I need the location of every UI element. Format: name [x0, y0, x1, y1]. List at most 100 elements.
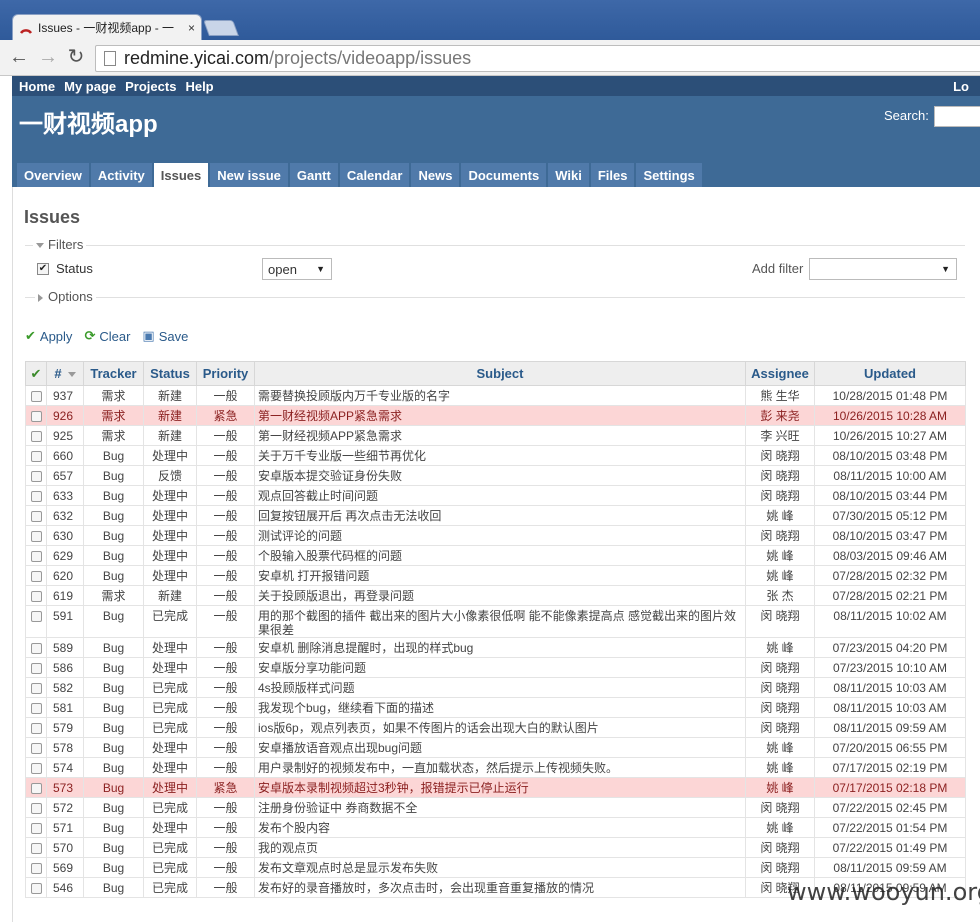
issue-id-link[interactable]: 926 [46, 405, 84, 426]
row-checkbox[interactable] [25, 425, 47, 446]
issue-assignee[interactable]: 姚 峰 [745, 545, 815, 566]
add-filter-select[interactable]: ▼ [809, 258, 957, 280]
column-header-tracker[interactable]: Tracker [83, 361, 144, 386]
issue-subject-link[interactable]: 用户录制好的视频发布中，一直加载状态，然后提示上传视频失败。 [254, 757, 746, 778]
row-checkbox[interactable] [25, 657, 47, 678]
table-row[interactable]: 570 Bug 已完成 一般 我的观点页闵 晓翔 07/22/2015 01:49 PM [25, 837, 966, 858]
issue-subject-link[interactable]: 测试评论的问题 [254, 525, 746, 546]
issue-assignee[interactable]: 李 兴旺 [745, 425, 815, 446]
table-row[interactable]: 571 Bug 处理中 一般 发布个股内容姚 峰 07/22/2015 01:54 PM [25, 817, 966, 838]
row-checkbox[interactable] [25, 585, 47, 606]
row-checkbox[interactable] [25, 757, 47, 778]
issue-assignee[interactable]: 闵 晓翔 [745, 657, 815, 678]
issue-id-link[interactable]: 573 [46, 777, 84, 798]
tab-overview[interactable]: Overview [17, 163, 89, 187]
back-icon[interactable]: ← [7, 46, 31, 70]
issue-subject-link[interactable]: 安卓播放语音观点出现bug问题 [254, 737, 746, 758]
column-header-priority[interactable]: Priority [196, 361, 255, 386]
row-checkbox[interactable] [25, 465, 47, 486]
issue-id-link[interactable]: 629 [46, 545, 84, 566]
status-filter-checkbox[interactable]: ✔ [37, 263, 49, 275]
row-checkbox[interactable] [25, 485, 47, 506]
table-row[interactable]: 630 Bug 处理中 一般 测试评论的问题闵 晓翔 08/10/2015 03:47 P… [25, 525, 966, 546]
tab-news[interactable]: News [411, 163, 460, 187]
issue-assignee[interactable]: 姚 峰 [745, 637, 815, 658]
row-checkbox[interactable] [25, 817, 47, 838]
row-checkbox[interactable] [25, 837, 47, 858]
issue-assignee[interactable]: 闵 晓翔 [745, 797, 815, 818]
options-legend[interactable]: Options [35, 289, 96, 304]
issue-subject-link[interactable]: 第一财经视频APP紧急需求 [254, 425, 746, 446]
issue-id-link[interactable]: 660 [46, 445, 84, 466]
search-input[interactable] [934, 106, 980, 127]
row-checkbox[interactable] [25, 505, 47, 526]
table-row[interactable]: 582 Bug 已完成 一般 4s投顾版样式问题闵 晓翔 08/11/2015 10:03… [25, 677, 966, 698]
issue-subject-link[interactable]: 关于投顾版退出，再登录问题 [254, 585, 746, 606]
issue-assignee[interactable]: 姚 峰 [745, 565, 815, 586]
table-row[interactable]: 620 Bug 处理中 一般 安卓机 打开报错问题姚 峰 07/28/2015 02:32… [25, 565, 966, 586]
tab-activity[interactable]: Activity [90, 163, 152, 187]
issue-subject-link[interactable]: 发布文章观点时总是显示发布失败 [254, 857, 746, 878]
issue-assignee[interactable]: 闵 晓翔 [745, 605, 815, 638]
issue-id-link[interactable]: 574 [46, 757, 84, 778]
save-button[interactable]: ▣ Save [142, 328, 188, 344]
row-checkbox[interactable] [25, 605, 47, 638]
table-row[interactable]: 569 Bug 已完成 一般 发布文章观点时总是显示发布失败闵 晓翔 08/11/2015… [25, 857, 966, 878]
top-menu-help[interactable]: Help [185, 79, 213, 94]
issue-subject-link[interactable]: 观点回答截止时间问题 [254, 485, 746, 506]
status-operator-select[interactable]: open ▼ [262, 258, 332, 280]
tab-documents[interactable]: Documents [461, 163, 547, 187]
issue-assignee[interactable]: 姚 峰 [745, 757, 815, 778]
issue-subject-link[interactable]: 关于万千专业版一些细节再优化 [254, 445, 746, 466]
row-checkbox[interactable] [25, 797, 47, 818]
tab-files[interactable]: Files [590, 163, 635, 187]
table-row[interactable]: 572 Bug 已完成 一般 注册身份验证中 券商数据不全闵 晓翔 07/22/2015 … [25, 797, 966, 818]
issue-assignee[interactable]: 熊 生华 [745, 385, 815, 406]
issue-id-link[interactable]: 937 [46, 385, 84, 406]
issue-id-link[interactable]: 589 [46, 637, 84, 658]
row-checkbox[interactable] [25, 385, 47, 406]
issue-subject-link[interactable]: 我的观点页 [254, 837, 746, 858]
issue-assignee[interactable]: 张 杰 [745, 585, 815, 606]
issue-id-link[interactable]: 630 [46, 525, 84, 546]
issue-assignee[interactable]: 姚 峰 [745, 777, 815, 798]
table-row[interactable]: 573 Bug 处理中 紧急 安卓版本录制视频超过3秒钟，报错提示已停止运行姚 峰 07/… [25, 777, 966, 798]
forward-icon[interactable]: → [36, 46, 60, 70]
issue-assignee[interactable]: 姚 峰 [745, 505, 815, 526]
column-header-updated[interactable]: Updated [814, 361, 966, 386]
row-checkbox[interactable] [25, 677, 47, 698]
issue-subject-link[interactable]: 发布好的录音播放时，多次点击时，会出现重音重复播放的情况 [254, 877, 746, 898]
tab-new-issue[interactable]: New issue [210, 163, 288, 187]
table-row[interactable]: 581 Bug 已完成 一般 我发现个bug，继续看下面的描述闵 晓翔 08/11/201… [25, 697, 966, 718]
table-row[interactable]: 937 需求 新建 一般 需要替换投顾版内万千专业版的名字熊 生华 10/28/2015 … [25, 385, 966, 406]
top-menu-home[interactable]: Home [19, 79, 55, 94]
row-checkbox[interactable] [25, 405, 47, 426]
row-checkbox[interactable] [25, 777, 47, 798]
issue-assignee[interactable]: 姚 峰 [745, 817, 815, 838]
issue-id-link[interactable]: 572 [46, 797, 84, 818]
issue-assignee[interactable]: 闵 晓翔 [745, 697, 815, 718]
issue-subject-link[interactable]: 需要替换投顾版内万千专业版的名字 [254, 385, 746, 406]
issue-id-link[interactable]: 569 [46, 857, 84, 878]
column-header-subject[interactable]: Subject [254, 361, 746, 386]
issue-id-link[interactable]: 632 [46, 505, 84, 526]
table-row[interactable]: 633 Bug 处理中 一般 观点回答截止时间问题闵 晓翔 08/10/2015 03:4… [25, 485, 966, 506]
tab-settings[interactable]: Settings [636, 163, 702, 187]
tab-wiki[interactable]: Wiki [548, 163, 589, 187]
toggle-all-checkbox[interactable]: ✔ [25, 361, 47, 386]
issue-assignee[interactable]: 闵 晓翔 [745, 465, 815, 486]
row-checkbox[interactable] [25, 637, 47, 658]
table-row[interactable]: 657 Bug 反馈 一般 安卓版本提交验证身份失败闵 晓翔 08/11/2015 10:… [25, 465, 966, 486]
issue-subject-link[interactable]: 安卓版本录制视频超过3秒钟，报错提示已停止运行 [254, 777, 746, 798]
tab-issues[interactable]: Issues [153, 163, 209, 187]
top-menu-projects[interactable]: Projects [125, 79, 176, 94]
issue-assignee[interactable]: 彭 来尧 [745, 405, 815, 426]
issue-assignee[interactable]: 姚 峰 [745, 737, 815, 758]
issue-subject-link[interactable]: 安卓版本提交验证身份失败 [254, 465, 746, 486]
issue-id-link[interactable]: 570 [46, 837, 84, 858]
issue-id-link[interactable]: 633 [46, 485, 84, 506]
issue-id-link[interactable]: 578 [46, 737, 84, 758]
tab-gantt[interactable]: Gantt [289, 163, 338, 187]
row-checkbox[interactable] [25, 857, 47, 878]
issue-id-link[interactable]: 619 [46, 585, 84, 606]
